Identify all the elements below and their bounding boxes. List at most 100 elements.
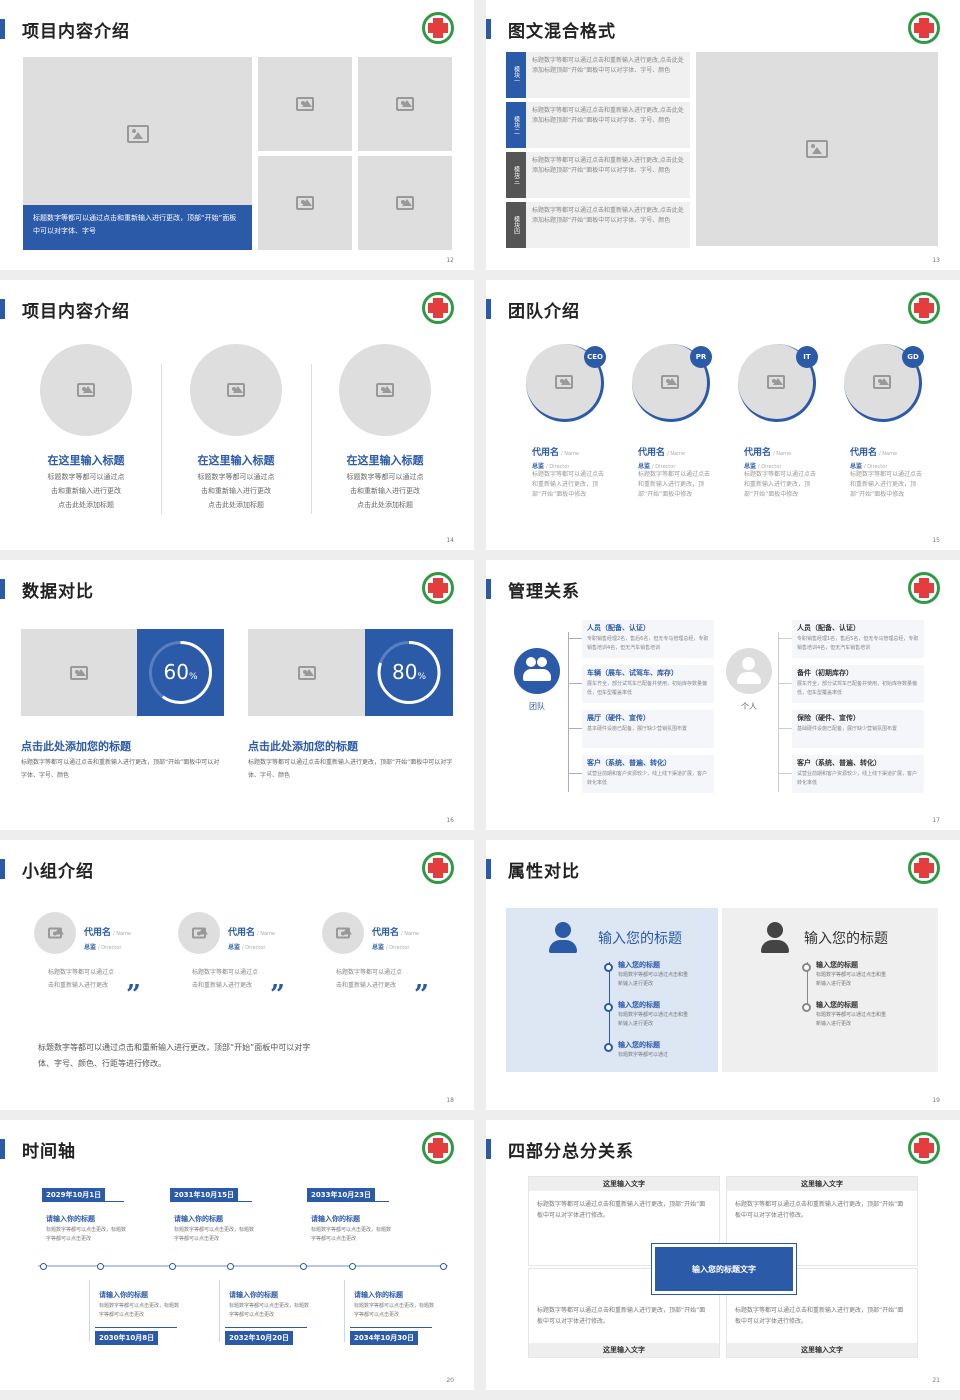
logo-icon [422,12,454,44]
event-title: 请输入你的标题 [354,1291,403,1299]
image-placeholder[interactable] [21,629,137,716]
image-icon [766,374,785,389]
module-tab[interactable]: 模块四 [506,202,526,248]
role-badge: PR [690,346,712,368]
quadrant-label: 这里输入文字 [529,1177,719,1191]
connector-line [219,1280,220,1342]
module-tab[interactable]: 模块二 [506,102,526,148]
item: 在这里输入标题 标题数字等都可以通过点 击和重新输入进行更改 点击此处添加标题 [317,452,453,512]
relation-card: 展厅（硬件、宣传） 基本硬件设施已配备，展厅缺少营销氛围布置 [582,710,714,748]
card-title: 人员（配备、认证） [797,624,860,632]
card-text: 展车齐全，部分试驾车已配备并使用，初始库存数量偏低，但车型覆盖率低 [797,681,918,696]
event-title: 请输入你的标题 [99,1291,148,1299]
event-title: 请输入你的标题 [174,1215,223,1223]
item-text: 点击此处添加标题 [58,501,114,509]
bullet-dot [604,1043,613,1052]
item-title: 输入您的标题 [618,1041,660,1049]
quadrant-text: 标题数字等都可以通过点击和重新输入进行更改，顶部“开始”面板中可以对字体进行修改… [735,1201,904,1219]
item-text: 标题数字等都可以通过点击和重新输入进行更改 [816,972,887,987]
item-text: 点击此处添加标题 [357,501,413,509]
stat-box: 80% [365,629,453,716]
slide-12: 项目内容介绍 标题数字等都可以通过点击和重新输入进行更改，顶部“开始”面板中可以… [0,0,474,270]
item-text: 击和重新输入进行更改 [51,487,121,495]
role-badge: GD [902,346,924,368]
card-text: 基础硬件设施已配备，展厅缺少营销氛围布置 [797,726,898,732]
member-desc: 标题数字等都可以通过点击和重新输入进行更改 [48,969,115,989]
image-icon [296,97,314,111]
member-desc: 标题数字等都可以通过点击和重新输入进行更改 [336,969,403,989]
slide-17: 管理关系 团队 个人 人员（配备、认证） 专职销售经理2名，售后6名，但无专马管理… [486,560,960,830]
slide-title: 图文混合格式 [486,18,616,42]
module-tab[interactable]: 模块三 [506,152,526,198]
event-text: 标题数字等都可以点击更改，标题数字等都可以点击更改 [174,1227,255,1242]
slide-title: 小组介绍 [0,858,94,882]
page-number: 20 [446,1377,454,1384]
axis-node [227,1263,234,1270]
axis-node [40,1263,47,1270]
item-text: 标题数字等都可以通过点 [47,473,125,481]
slide-16: 数据对比 60% 80% 点击此处添加您的标题 标题数字等都可以通过点击和重新输… [0,560,474,830]
image-icon [296,196,314,210]
axis-node [169,1263,176,1270]
page-number: 19 [932,1097,940,1104]
slide-15: 团队介绍 CEO 代用名 / Name 总监 / Director 标题数字等都可以通过点… [486,280,960,550]
image-placeholder[interactable] [358,57,452,151]
image-circle[interactable] [339,344,431,436]
image-placeholder[interactable] [696,52,938,246]
role-text: 总监 [638,463,651,470]
slide-19: 属性对比 输入您的标题 输入您的标题 标题数字等都可以通过点击和重新输入进行更改输… [486,840,960,1110]
relation-card: 人员（配备、认证） 专职销售经理2名，售后6名，但无专马管理总经，专职销售培训4名… [582,620,714,658]
image-icon [77,383,95,397]
role-text: 总监 [744,463,757,470]
axis-node [440,1263,447,1270]
card-title: 人员（配备、认证） [587,624,650,632]
role-en: / Director [386,945,410,951]
axis-node [349,1263,356,1270]
axis-node [97,1263,104,1270]
image-icon [48,927,64,939]
item: 在这里输入标题 标题数字等都可以通过点 击和重新输入进行更改 点击此处添加标题 [168,452,304,512]
logo-icon [908,12,940,44]
slide-title: 属性对比 [486,858,580,882]
quote-icon: ” [126,980,141,1010]
member-desc: 标题数字等都可以通过点击和重新输入进行更改，顶部“开始”面板中修改 [638,471,711,498]
card-text: 专职销售经理1名，售后5名，但无专马管理总经，专职销售培训4名，但无汽车销售培训 [797,636,919,651]
image-icon [376,383,394,397]
page-number: 12 [446,257,454,264]
page-number: 15 [932,537,940,544]
date-overline [350,1327,432,1328]
event-text: 标题数字等都可以点击更改，标题数字等都可以点击更改 [46,1227,127,1242]
image-placeholder[interactable] [248,629,365,716]
card-title: 备件（初期库存） [797,669,853,677]
role-text: 总监 [850,463,863,470]
avatar[interactable] [322,912,364,954]
role-badge: CEO [584,346,606,368]
module-tab[interactable]: 模块一 [506,52,526,98]
item-title: 输入您的标题 [618,961,660,969]
card-text: 标题数字等都可以通过点击和重新输入进行更改，顶部“开始”面板中可以对字体、字号、… [248,759,453,779]
page-number: 17 [932,817,940,824]
slide-title: 项目内容介绍 [0,18,130,42]
item-title: 输入您的标题 [816,961,858,969]
image-circle[interactable] [190,344,282,436]
logo-icon [422,1132,454,1164]
image-placeholder[interactable] [258,156,352,250]
item: 在这里输入标题 标题数字等都可以通过点 击和重新输入进行更改 点击此处添加标题 [18,452,154,512]
image-icon [192,927,208,939]
image-placeholder[interactable] [358,156,452,250]
image-icon [554,374,573,389]
connector-tick [568,773,582,774]
bullet-dot [802,963,811,972]
image-placeholder[interactable] [258,57,352,151]
image-circle[interactable] [40,344,132,436]
center-box[interactable]: 输入您的标题文字 [652,1244,796,1294]
logo-icon [422,292,454,324]
page-number: 16 [446,817,454,824]
role-text: 总监 [228,944,241,951]
slide-title: 四部分总分关系 [486,1138,634,1162]
avatar[interactable] [34,912,76,954]
quadrant-label: 这里输入文字 [727,1177,917,1191]
avatar[interactable] [178,912,220,954]
event-title: 请输入你的标题 [311,1215,360,1223]
slide-13: 图文混合格式 模块一 标题数字等都可以通过点击和重新输入进行更改,点击此处添加标… [486,0,960,270]
